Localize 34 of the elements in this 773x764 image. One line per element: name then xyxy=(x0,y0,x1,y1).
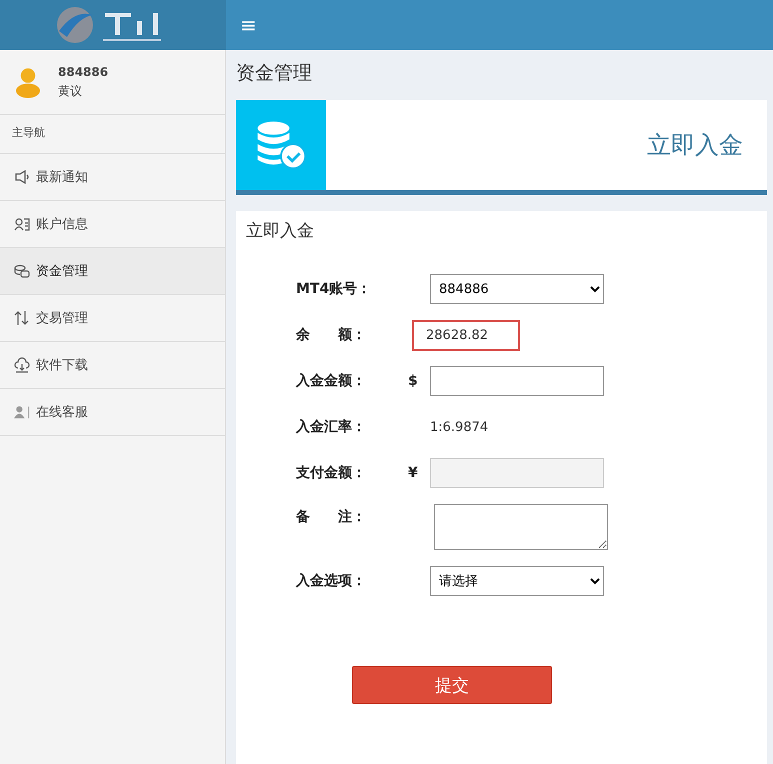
person-icon xyxy=(14,404,30,420)
coins-icon xyxy=(14,263,30,279)
form-title: 立即入金 xyxy=(246,220,315,242)
dropdown[interactable]: 请选择 xyxy=(430,566,604,596)
input-field[interactable] xyxy=(430,366,604,396)
field-label: 备 注： xyxy=(296,508,367,526)
field-label: 余 额： xyxy=(296,326,367,344)
contact-card-icon xyxy=(14,216,30,232)
account-number: 884886 xyxy=(58,64,108,78)
menu-button[interactable]: ≡ xyxy=(234,9,263,41)
cloud-download-icon xyxy=(14,357,30,373)
field-label: MT4账号： xyxy=(296,280,372,298)
nav-item[interactable]: 交易管理 xyxy=(0,295,225,342)
user-name: 黄议 xyxy=(58,82,83,100)
banner-title: 立即入金 xyxy=(647,130,743,161)
dropdown[interactable]: 884886 xyxy=(430,274,604,304)
nav-item[interactable]: 资金管理 xyxy=(0,248,225,295)
nav-item[interactable]: 最新通知 xyxy=(0,154,225,201)
field-label: 入金选项： xyxy=(296,572,367,590)
text-area[interactable] xyxy=(434,504,608,550)
submit-button[interactable]: 提交 xyxy=(352,666,552,704)
field-label: 入金金额： xyxy=(296,372,367,390)
nav-item[interactable]: 在线客服 xyxy=(0,389,225,436)
currency-symbol: ¥ xyxy=(408,465,418,481)
speaker-icon xyxy=(14,169,30,185)
page-title: 资金管理 xyxy=(236,61,313,86)
field-label: 支付金额： xyxy=(296,464,367,482)
currency-symbol: $ xyxy=(408,373,418,389)
field-label: 入金汇率： xyxy=(296,418,367,436)
nav-item[interactable]: 软件下载 xyxy=(0,342,225,389)
up-down-arrows-icon xyxy=(14,310,30,326)
balance-value: 28628.82 xyxy=(412,320,520,350)
rate-value: 1:6.9874 xyxy=(430,420,488,434)
nav-heading: 主导航 xyxy=(12,126,45,139)
